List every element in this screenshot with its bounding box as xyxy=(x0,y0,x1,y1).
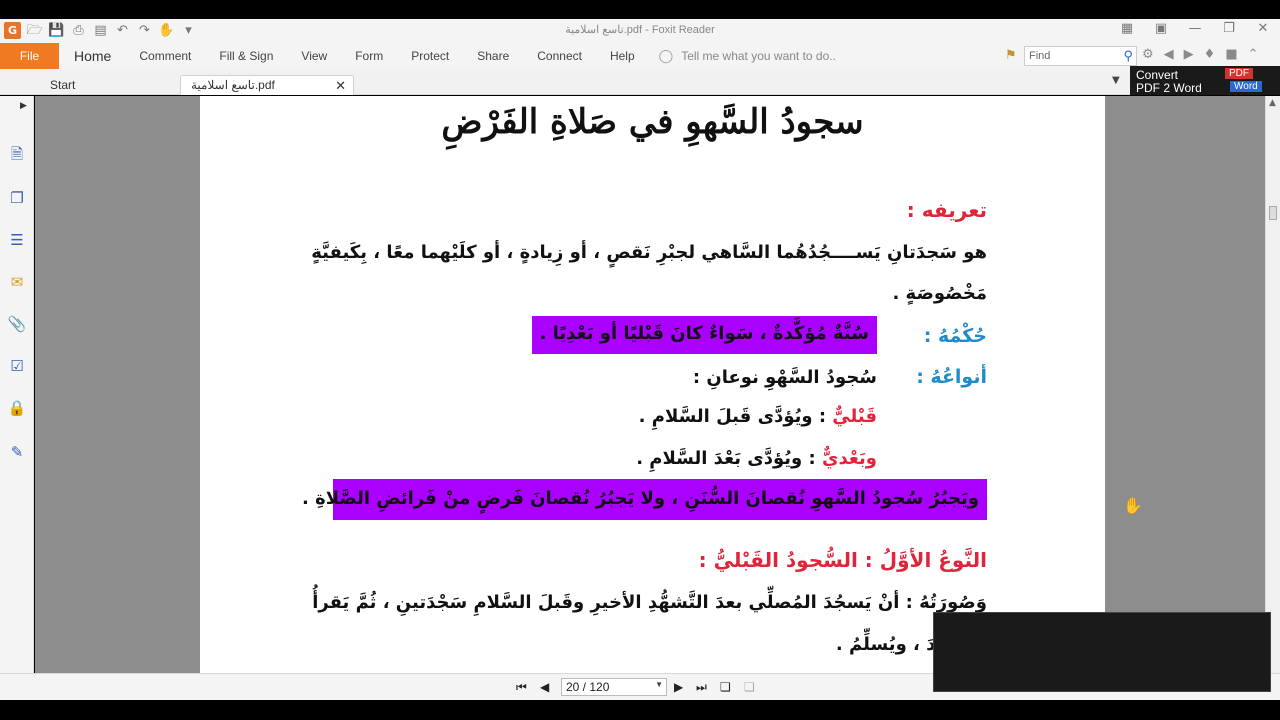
form-line-1: وَصُورَتُهُ : أنْ يَسجُدَ المُصلِّي بعدَ… xyxy=(312,592,987,613)
pdf-badge: PDF xyxy=(1225,68,1253,79)
type-2-text: : ويُؤدَّى بَعْدَ السَّلامِ . xyxy=(636,448,816,469)
letterbox-top xyxy=(0,0,1280,19)
document-tab-bar: Start تاسع اسلامية.pdf ✕ ▼ xyxy=(0,69,1280,95)
type-1-line: قَبْليٌّ : ويُؤدَّى قَبلَ السَّلامِ . xyxy=(639,406,877,427)
restore-icon[interactable]: ❐ xyxy=(1220,21,1238,36)
previous-view-icon[interactable]: ❏ xyxy=(720,680,731,694)
title-bar: G 🗁 💾 ⎙ ▤ ↶ ↷ ✋ ▾ تاسع اسلامية.pdf - Fox… xyxy=(0,19,1280,43)
tab-protect[interactable]: Protect xyxy=(397,49,463,63)
find-tool-icon[interactable]: ⚑ xyxy=(1005,48,1017,63)
type-2-line: وبَعْديٌّ : ويُؤدَّى بَعْدَ السَّلامِ . xyxy=(636,448,877,469)
file-tab[interactable]: File xyxy=(0,43,59,69)
definition-line-2: مَخْصُوصَةٍ . xyxy=(892,283,987,304)
first-type-heading: النَّوعُ الأوَّلُ : السُّجودُ القَبْليُّ… xyxy=(698,548,987,572)
word-badge: Word xyxy=(1230,81,1262,92)
types-text: سُجودُ السَّهْوِ نوعانِ : xyxy=(692,367,877,388)
search-input[interactable]: Find ⚲ xyxy=(1024,46,1137,66)
types-heading: أنواعُهُ : xyxy=(916,366,987,388)
tab-help[interactable]: Help xyxy=(596,49,649,63)
signature-icon[interactable]: ✎ xyxy=(7,442,27,462)
page-thumbnails-icon[interactable]: ❐ xyxy=(7,188,27,208)
type-2-label: وبَعْديٌّ xyxy=(821,448,877,469)
page-dropdown-icon[interactable]: ▼ xyxy=(655,680,663,689)
search-placeholder: Find xyxy=(1029,50,1051,62)
expand-ribbon-icon[interactable]: ⌃ xyxy=(1248,47,1259,62)
security-icon[interactable]: ☑ xyxy=(7,356,27,376)
tab-share[interactable]: Share xyxy=(463,49,523,63)
attachments-icon[interactable]: 📎 xyxy=(7,314,27,334)
close-icon[interactable]: ✕ xyxy=(1254,21,1272,36)
convert-line2: PDF 2 Word xyxy=(1136,81,1202,95)
tab-view[interactable]: View xyxy=(287,49,341,63)
close-tab-icon[interactable]: ✕ xyxy=(335,76,346,95)
notification-bell-icon[interactable]: ♦ xyxy=(1204,47,1216,62)
next-view-icon[interactable]: ❏ xyxy=(744,680,755,694)
pdf-page: سجودُ السَّهوِ في صَلاةِ الفَرْضِ تعريفه… xyxy=(200,96,1105,673)
tell-me-placeholder: Tell me what you want to do.. xyxy=(681,49,836,63)
comments-icon[interactable]: ✉ xyxy=(7,272,27,292)
definition-line-1: هو سَجدَتانِ يَســــجُدُهُما السَّاهي لج… xyxy=(311,242,987,263)
fullscreen-icon[interactable]: ▣ xyxy=(1152,21,1170,36)
navigation-panel: ▶ 🗎 ❐ ☰ ✉ 📎 ☑ 🔒 ✎ xyxy=(0,96,34,673)
page-number-field[interactable]: 20 / 120 ▼ xyxy=(561,678,667,696)
ruling-highlight: سُنَّةٌ مُؤكَّدةٌ ، سَواءٌ كانَ قَبْليًا… xyxy=(531,316,877,354)
tab-connect[interactable]: Connect xyxy=(523,49,596,63)
search-icon[interactable]: ⚲ xyxy=(1123,48,1133,64)
lightbulb-icon: ◯ xyxy=(658,48,674,63)
lock-icon[interactable]: 🔒 xyxy=(7,398,27,418)
ribbon-tab-bar: File Home Comment Fill & Sign View Form … xyxy=(0,43,1280,69)
ribbon-right-tools: ⚙ ◀ ▶ ♦ ■ ⌃ xyxy=(1142,47,1259,62)
scroll-up-arrow-icon[interactable]: ▲ xyxy=(1269,98,1276,108)
vertical-scrollbar[interactable]: ▲ xyxy=(1265,96,1280,673)
black-overlay-box xyxy=(933,612,1271,692)
previous-result-icon[interactable]: ◀ xyxy=(1164,47,1174,62)
tab-form[interactable]: Form xyxy=(341,49,397,63)
scroll-thumb[interactable] xyxy=(1269,206,1277,220)
window-controls: ▦ ▣ — ❐ ✕ xyxy=(1118,21,1272,36)
tab-start[interactable]: Start xyxy=(40,75,180,95)
last-page-icon[interactable]: ⏭ xyxy=(696,680,707,695)
settings-gear-icon[interactable]: ⚙ xyxy=(1142,47,1154,62)
next-page-icon[interactable]: ▶ xyxy=(674,680,683,694)
letterbox-bottom xyxy=(0,700,1280,720)
convert-line1: Convert xyxy=(1136,68,1179,82)
expand-panel-arrow-icon[interactable]: ▶ xyxy=(20,101,27,111)
ruling-heading: حُكْمُهُ : xyxy=(923,325,987,347)
bookmarks-icon[interactable]: 🗎 xyxy=(7,144,27,164)
convert-pdf-to-word-ad[interactable]: Convert PDF 2 Word PDF Word xyxy=(1130,66,1280,95)
tab-home[interactable]: Home xyxy=(60,48,125,64)
tab-document-file[interactable]: تاسع اسلامية.pdf ✕ xyxy=(180,75,354,95)
tab-fill-sign[interactable]: Fill & Sign xyxy=(205,49,287,63)
layout-icon[interactable]: ▦ xyxy=(1118,21,1136,36)
next-result-icon[interactable]: ▶ xyxy=(1184,47,1194,62)
user-account-icon[interactable]: ■ xyxy=(1225,47,1237,62)
tab-list-dropdown-icon[interactable]: ▼ xyxy=(1112,75,1120,86)
definition-heading: تعريفه : xyxy=(906,198,987,222)
type-1-label: قَبْليٌّ xyxy=(832,406,877,427)
page-indicator: 20 / 120 xyxy=(566,680,610,694)
ribbon-tabs: Home Comment Fill & Sign View Form Prote… xyxy=(60,43,836,69)
minimize-icon[interactable]: — xyxy=(1186,21,1204,36)
document-tab-label: تاسع اسلامية.pdf xyxy=(191,78,275,92)
compensation-highlight: ويَجبُرُ سُجودُ السَّهوِ نُقصانَ السُّنَ… xyxy=(302,479,987,520)
tell-me-box[interactable]: ◯ Tell me what you want to do.. xyxy=(649,48,836,64)
hand-cursor-icon: ✋ xyxy=(1123,496,1143,515)
document-title: سجودُ السَّهوِ في صَلاةِ الفَرْضِ xyxy=(441,102,864,142)
previous-page-icon[interactable]: ◀ xyxy=(540,680,549,694)
window-title: تاسع اسلامية.pdf - Foxit Reader xyxy=(565,24,715,36)
tab-comment[interactable]: Comment xyxy=(125,49,205,63)
first-page-icon[interactable]: ⏮ xyxy=(516,680,527,695)
type-1-text: : ويُؤدَّى قَبلَ السَّلامِ . xyxy=(638,406,827,427)
layers-icon[interactable]: ☰ xyxy=(7,230,27,250)
document-view[interactable]: سجودُ السَّهوِ في صَلاةِ الفَرْضِ تعريفه… xyxy=(35,96,1265,673)
